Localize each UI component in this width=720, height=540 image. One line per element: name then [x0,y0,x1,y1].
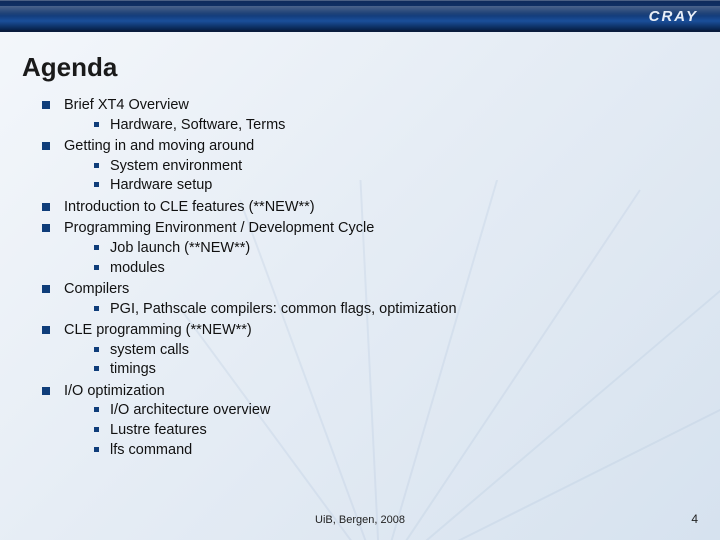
sub-bullet-list: I/O architecture overview Lustre features… [94,401,680,460]
sub-bullet-list: System environment Hardware setup [94,157,680,196]
bullet-text: CLE programming (**NEW**) [64,322,252,338]
bullet-item: Introduction to CLE features (**NEW**) [42,198,680,218]
sub-bullet-text: system calls [110,342,189,358]
sub-bullet-item: Hardware setup [94,176,680,196]
header-bar: CRAY [0,0,720,32]
sub-bullet-item: Hardware, Software, Terms [94,116,680,136]
slide-title: Agenda [22,52,117,83]
sub-bullet-item: System environment [94,157,680,177]
sub-bullet-item: PGI, Pathscale compilers: common flags, … [94,300,680,320]
bullet-item: Getting in and moving around System envir… [42,137,680,196]
sub-bullet-list: system calls timings [94,341,680,380]
sub-bullet-text: PGI, Pathscale compilers: common flags, … [110,301,457,317]
sub-bullet-text: timings [110,361,156,377]
sub-bullet-item: Job launch (**NEW**) [94,239,680,259]
page-number: 4 [691,512,698,526]
sub-bullet-text: Hardware, Software, Terms [110,117,285,133]
sub-bullet-list: Hardware, Software, Terms [94,116,680,136]
sub-bullet-item: I/O architecture overview [94,401,680,421]
header-shine [0,6,720,16]
slide-content: Brief XT4 Overview Hardware, Software, Te… [42,96,680,462]
bullet-text: Introduction to CLE features (**NEW**) [64,199,315,215]
sub-bullet-item: modules [94,259,680,279]
sub-bullet-text: Hardware setup [110,177,212,193]
sub-bullet-text: lfs command [110,442,192,458]
bullet-text: Compilers [64,281,129,297]
slide: CRAY Agenda Brief XT4 Overview Hardware, … [0,0,720,540]
sub-bullet-item: lfs command [94,441,680,461]
sub-bullet-item: timings [94,360,680,380]
sub-bullet-item: system calls [94,341,680,361]
bullet-item: Compilers PGI, Pathscale compilers: commo… [42,280,680,319]
footer-text: UiB, Bergen, 2008 [0,514,720,526]
sub-bullet-text: System environment [110,158,242,174]
sub-bullet-item: Lustre features [94,421,680,441]
bullet-text: I/O optimization [64,383,165,399]
brand-logo: CRAY [649,5,698,27]
brand-text: CRAY [649,8,698,25]
sub-bullet-list: Job launch (**NEW**) modules [94,239,680,278]
bullet-item: CLE programming (**NEW**) system calls tim… [42,321,680,380]
bullet-text: Programming Environment / Development Cy… [64,220,374,236]
bullet-item: Brief XT4 Overview Hardware, Software, Te… [42,96,680,135]
sub-bullet-list: PGI, Pathscale compilers: common flags, … [94,300,680,320]
bullet-text: Getting in and moving around [64,138,254,154]
bullet-item: I/O optimization I/O architecture overvie… [42,382,680,460]
bullet-list: Brief XT4 Overview Hardware, Software, Te… [42,96,680,460]
sub-bullet-text: Job launch (**NEW**) [110,240,250,256]
sub-bullet-text: modules [110,260,165,276]
sub-bullet-text: Lustre features [110,422,207,438]
bullet-text: Brief XT4 Overview [64,97,189,113]
sub-bullet-text: I/O architecture overview [110,402,270,418]
bullet-item: Programming Environment / Development Cy… [42,219,680,278]
